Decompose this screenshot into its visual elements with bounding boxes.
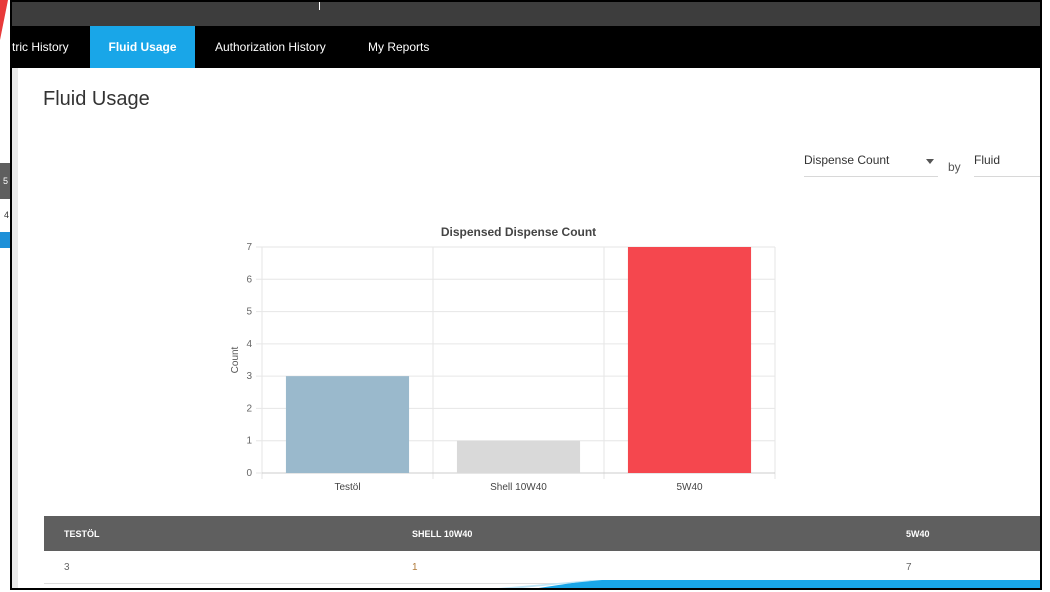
metric-select[interactable]: Dispense Count [804, 146, 938, 177]
group-by-select[interactable]: Fluid [974, 146, 1040, 177]
table-cell-testol: 3 [64, 561, 70, 573]
y-tick-label: 4 [246, 339, 252, 350]
y-tick-label: 6 [246, 274, 252, 285]
y-tick-label: 5 [246, 307, 252, 318]
group-by-select-value: Fluid [974, 153, 1001, 167]
y-tick-label: 7 [246, 242, 252, 253]
tab-my-reports[interactable]: My Reports [368, 26, 429, 68]
main-content: Fluid Usage Dispense Count by Fluid Disp… [12, 68, 1040, 588]
y-tick-label: 0 [246, 468, 252, 479]
tab-fluid-usage[interactable]: Fluid Usage [90, 26, 195, 68]
bar-5w40 [627, 247, 752, 473]
table-header-testol: TESTÖL [64, 528, 100, 539]
app-window: tric History Fluid Usage Authorization H… [10, 0, 1042, 590]
bar-test-l [285, 376, 410, 473]
x-tick-label: 5W40 [676, 482, 703, 493]
table-header-5w40: 5W40 [906, 528, 930, 539]
y-tick-label: 2 [246, 403, 252, 414]
chevron-down-icon [926, 159, 934, 164]
fluid-usage-table: TESTÖL SHELL 10W40 5W40 3 1 7 [44, 516, 1040, 584]
content-left-strip [12, 68, 18, 588]
chart-title: Dispensed Dispense Count [441, 225, 596, 239]
y-tick-label: 1 [246, 436, 252, 447]
by-label: by [948, 160, 961, 174]
tab-tric-history[interactable]: tric History [12, 26, 82, 68]
fluid-usage-chart: Dispensed Dispense Count 0 1 2 3 4 5 6 7 Testöl Sh… [230, 225, 776, 493]
title-bar-divider [319, 2, 320, 10]
metric-select-value: Dispense Count [804, 153, 890, 167]
table-header-row: TESTÖL SHELL 10W40 5W40 [44, 516, 1040, 551]
bottom-accent-shape [498, 580, 1040, 588]
table-cell-shell-10w40: 1 [412, 561, 418, 573]
y-tick-label: 3 [246, 371, 252, 382]
y-axis-label: Count [230, 346, 241, 373]
tab-authorization-history[interactable]: Authorization History [215, 26, 326, 68]
x-tick-label: Shell 10W40 [490, 482, 547, 493]
table-header-shell-10w40: SHELL 10W40 [412, 528, 473, 539]
bar-shell-10w40 [456, 440, 581, 473]
title-bar [12, 2, 1040, 26]
page-title: Fluid Usage [43, 88, 150, 110]
table-cell-5w40: 7 [906, 561, 912, 573]
main-navbar: tric History Fluid Usage Authorization H… [12, 26, 1040, 68]
x-tick-label: Testöl [334, 482, 360, 493]
